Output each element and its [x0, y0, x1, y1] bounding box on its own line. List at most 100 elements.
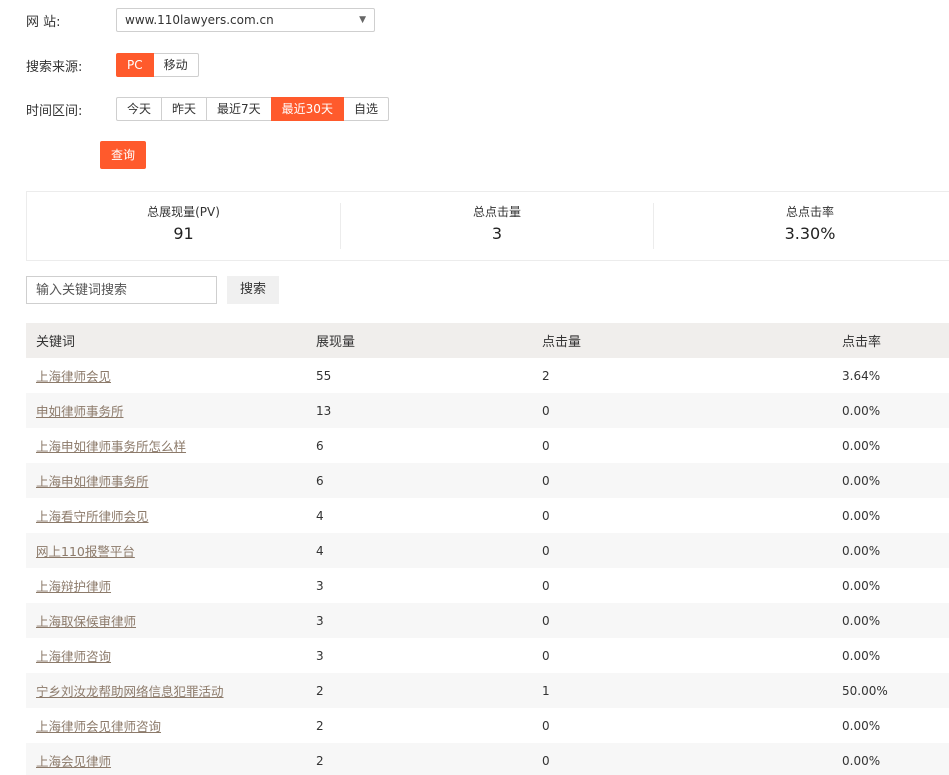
header-impressions: 展现量	[316, 335, 356, 350]
time-label: 时间区间:	[26, 103, 83, 119]
cell-ctr: 50.00%	[842, 683, 888, 698]
keyword-search-input[interactable]	[26, 276, 217, 304]
cell-impressions: 3	[316, 578, 324, 593]
source-option-pc[interactable]: PC	[116, 53, 154, 77]
source-option-mobile[interactable]: 移动	[152, 53, 199, 77]
cell-keyword: 宁乡刘汝龙帮助网络信息犯罪活动	[26, 681, 306, 700]
keyword-link[interactable]: 上海取保候审律师	[36, 614, 136, 629]
source-row: 搜索来源:	[26, 53, 116, 77]
cell-keyword: 上海看守所律师会见	[26, 506, 306, 525]
cell-clicks: 0	[542, 753, 550, 768]
stat-clicks: 总点击量 3	[340, 203, 653, 249]
time-option-yesterday[interactable]: 昨天	[161, 97, 208, 121]
stat-ctr-label: 总点击率	[785, 205, 834, 219]
site-row: 网 站:	[26, 8, 116, 32]
keyword-link[interactable]: 上海辩护律师	[36, 579, 111, 594]
keyword-link[interactable]: 宁乡刘汝龙帮助网络信息犯罪活动	[36, 684, 224, 699]
site-select[interactable]: www.110lawyers.com.cn ▼	[116, 8, 375, 32]
cell-impressions: 6	[316, 473, 324, 488]
cell-keyword: 上海取保候审律师	[26, 611, 306, 630]
cell-ctr: 0.00%	[842, 403, 881, 418]
cell-clicks: 0	[542, 473, 550, 488]
cell-impressions: 3	[316, 648, 324, 663]
cell-impressions: 55	[316, 368, 332, 383]
cell-impressions: 4	[316, 543, 324, 558]
time-option-last-7-days[interactable]: 最近7天	[206, 97, 272, 121]
cell-clicks: 2	[542, 368, 550, 383]
cell-keyword: 上海会见律师	[26, 751, 306, 770]
time-row: 时间区间:	[26, 97, 116, 121]
time-option-last-30-days[interactable]: 最近30天	[270, 97, 344, 121]
table-row: 申如律师事务所 13 0 0.00%	[26, 393, 949, 428]
cell-impressions: 3	[316, 613, 324, 628]
header-clicks: 点击量	[542, 335, 582, 350]
table-row: 上海看守所律师会见 4 0 0.00%	[26, 498, 949, 533]
cell-impressions: 2	[316, 718, 324, 733]
cell-clicks: 0	[542, 438, 550, 453]
stat-ctr: 总点击率 3.30%	[653, 203, 949, 249]
table-row: 上海会见律师 2 0 0.00%	[26, 743, 949, 775]
time-range-group: 今天 昨天 最近7天 最近30天 自选	[116, 97, 389, 121]
cell-clicks: 0	[542, 543, 550, 558]
cell-keyword: 申如律师事务所	[26, 401, 306, 420]
keyword-link[interactable]: 上海律师会见律师咨询	[36, 719, 161, 734]
time-option-custom[interactable]: 自选	[342, 97, 389, 121]
keyword-link[interactable]: 上海申如律师事务所怎么样	[36, 439, 186, 454]
cell-ctr: 0.00%	[842, 718, 881, 733]
time-option-today[interactable]: 今天	[116, 97, 163, 121]
cell-clicks: 0	[542, 613, 550, 628]
table-body: 上海律师会见 55 2 3.64% 申如律师事务所 13 0 0.00% 上海申如律师事务所怎么…	[26, 358, 949, 775]
table-row: 宁乡刘汝龙帮助网络信息犯罪活动 2 1 50.00%	[26, 673, 949, 708]
keyword-link[interactable]: 上海申如律师事务所	[36, 474, 149, 489]
table-row: 上海律师会见律师咨询 2 0 0.00%	[26, 708, 949, 743]
cell-keyword: 上海律师咨询	[26, 646, 306, 665]
cell-keyword: 网上110报警平台	[26, 541, 306, 560]
cell-clicks: 0	[542, 718, 550, 733]
keyword-link[interactable]: 上海律师咨询	[36, 649, 111, 664]
cell-ctr: 0.00%	[842, 753, 881, 768]
stat-pv-label: 总展现量(PV)	[147, 205, 220, 219]
cell-clicks: 0	[542, 508, 550, 523]
cell-ctr: 0.00%	[842, 578, 881, 593]
cell-clicks: 1	[542, 683, 550, 698]
caret-down-icon: ▼	[359, 15, 366, 25]
site-label: 网 站:	[26, 14, 61, 30]
header-ctr: 点击率	[842, 335, 882, 350]
keyword-link[interactable]: 申如律师事务所	[36, 404, 124, 419]
stat-pv-value: 91	[173, 224, 194, 243]
table-row: 上海取保候审律师 3 0 0.00%	[26, 603, 949, 638]
site-select-value: www.110lawyers.com.cn	[125, 13, 274, 27]
keyword-link[interactable]: 网上110报警平台	[36, 544, 135, 559]
header-keyword: 关键词	[36, 335, 76, 350]
cell-keyword: 上海辩护律师	[26, 576, 306, 595]
cell-clicks: 0	[542, 578, 550, 593]
stat-clicks-value: 3	[491, 224, 503, 243]
stat-clicks-label: 总点击量	[472, 205, 521, 219]
cell-impressions: 2	[316, 683, 324, 698]
keyword-link[interactable]: 上海看守所律师会见	[36, 509, 149, 524]
cell-ctr: 0.00%	[842, 613, 881, 628]
table-row: 网上110报警平台 4 0 0.00%	[26, 533, 949, 568]
search-button[interactable]: 搜索	[227, 276, 279, 304]
cell-impressions: 6	[316, 438, 324, 453]
keyword-table: 关键词 展现量 点击量 点击率 上海律师会见 55 2 3.64% 申如律师事务所 13 0…	[26, 323, 949, 775]
query-button[interactable]: 查询	[100, 141, 146, 169]
table-row: 上海辩护律师 3 0 0.00%	[26, 568, 949, 603]
cell-impressions: 13	[316, 403, 332, 418]
cell-impressions: 2	[316, 753, 324, 768]
cell-ctr: 0.00%	[842, 648, 881, 663]
cell-keyword: 上海律师会见	[26, 366, 306, 385]
cell-keyword: 上海申如律师事务所	[26, 471, 306, 490]
cell-ctr: 0.00%	[842, 508, 881, 523]
source-label: 搜索来源:	[26, 59, 83, 75]
source-toggle-group: PC 移动	[116, 53, 199, 77]
keyword-link[interactable]: 上海会见律师	[36, 754, 111, 769]
table-row: 上海申如律师事务所怎么样 6 0 0.00%	[26, 428, 949, 463]
cell-ctr: 0.00%	[842, 438, 881, 453]
table-header: 关键词 展现量 点击量 点击率	[26, 323, 949, 358]
cell-ctr: 3.64%	[842, 368, 881, 383]
keyword-link[interactable]: 上海律师会见	[36, 369, 111, 384]
cell-keyword: 上海律师会见律师咨询	[26, 716, 306, 735]
table-row: 上海申如律师事务所 6 0 0.00%	[26, 463, 949, 498]
table-row: 上海律师咨询 3 0 0.00%	[26, 638, 949, 673]
